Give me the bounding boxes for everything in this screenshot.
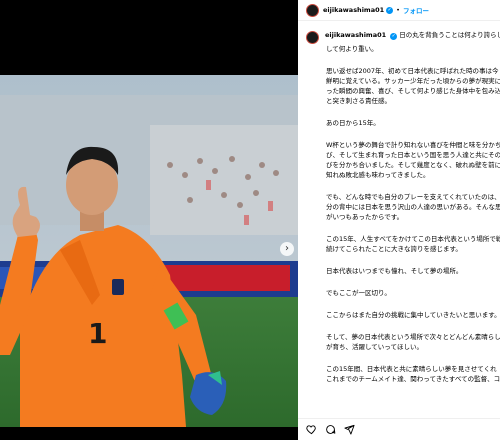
caption-paragraph-line: がいつもあったからです。 — [326, 213, 404, 221]
caption-paragraph-line: び、そして生まれ育った日本という国を思う人達と共にその — [326, 151, 500, 159]
caption-paragraph-line: びを分かち合いました。そして幾度となく、破れぬ壁を前に — [326, 161, 500, 169]
post-media-area: 1 › — [0, 0, 298, 440]
caption-paragraph-line: と突き刺さる責任感。 — [326, 97, 391, 105]
caption-avatar[interactable] — [306, 31, 319, 44]
post-actions-bar — [298, 418, 500, 440]
share-icon[interactable] — [344, 424, 355, 435]
follow-button[interactable]: フォロー — [403, 5, 429, 15]
caption-paragraph-line: この15年間、日本代表と共に素晴らしい夢を見させてくれ — [326, 365, 497, 373]
caption-paragraph-line: でも、どんな時でも自分のプレーを支えてくれていたのは、 — [326, 193, 500, 201]
caption-paragraph-line: W杯という夢の舞台で計り知れない喜びを仲間と味を分かち合 — [326, 141, 500, 149]
post-side-panel: eijikawashima01 ✓ • フォロー eijikawashima01… — [298, 0, 500, 440]
caption-line1: 日の丸を背負うことは何より誇らしく、 — [399, 31, 500, 39]
separator-dot: • — [396, 6, 400, 14]
comment-icon[interactable] — [325, 424, 336, 435]
header-username[interactable]: eijikawashima01 — [323, 6, 384, 14]
avatar[interactable] — [306, 3, 319, 17]
caption-paragraph-line: 鮮明に覚えている。サッカー少年だった頃からの夢が現実に — [326, 77, 500, 85]
caption-paragraph-line: 知れぬ敗北感も味わってきました。 — [326, 171, 430, 179]
caption-paragraph-line: 思い返せば2007年、初めて日本代表に呼ばれた時の事は今 — [326, 67, 499, 75]
verified-badge-icon: ✓ — [386, 6, 394, 14]
caption-paragraph-line: そして、夢の日本代表という場所で次々とどんどん素晴らしい — [326, 333, 500, 341]
caption-paragraph-line: これまでのチームメイト達、関わってきたすべての監督、コ — [326, 375, 500, 383]
post-header: eijikawashima01 ✓ • フォロー — [298, 0, 500, 21]
heart-icon[interactable] — [306, 424, 317, 435]
post-caption: eijikawashima01 ✓ 日の丸を背負うことは何より誇らしく、 して何… — [306, 30, 500, 396]
caption-paragraph-line: ここからはまた自分の挑戦に集中していきたいと思います。 — [326, 311, 500, 319]
caption-paragraph-line: 分の背中には日本を思う沢山の人達の思いがある。そんな思 — [326, 203, 500, 211]
svg-text:1: 1 — [88, 317, 107, 350]
next-image-button[interactable]: › — [280, 242, 294, 256]
caption-paragraph-line: でもここが一区切り。 — [326, 289, 391, 297]
caption-username[interactable]: eijikawashima01 — [325, 31, 386, 39]
caption-paragraph-line: った瞬間の興奮、喜び、そして何より感じた身体中を包み込 — [326, 87, 500, 95]
caption-first-line: eijikawashima01 ✓ 日の丸を背負うことは何より誇らしく、 — [325, 30, 500, 44]
caption-paragraph-line: あの日から15年。 — [326, 119, 380, 127]
goalkeeper-photo: 1 — [0, 75, 298, 427]
caption-paragraph-line: 続けてこられたことに大きな誇りを感じます。 — [326, 245, 462, 253]
caption-paragraph-line: が育ち、活躍していってほしい。 — [326, 343, 423, 351]
caption-paragraph-line: 日本代表はいつまでも憧れ、そして夢の場所。 — [326, 267, 463, 275]
caption-line1-cont: して何より重い。 — [326, 45, 378, 53]
caption-verified-icon: ✓ — [390, 33, 398, 40]
post-photo[interactable]: 1 — [0, 75, 298, 427]
caption-paragraph-line: この15年、人生すべてをかけてこの日本代表という場所で戦 — [326, 235, 500, 243]
